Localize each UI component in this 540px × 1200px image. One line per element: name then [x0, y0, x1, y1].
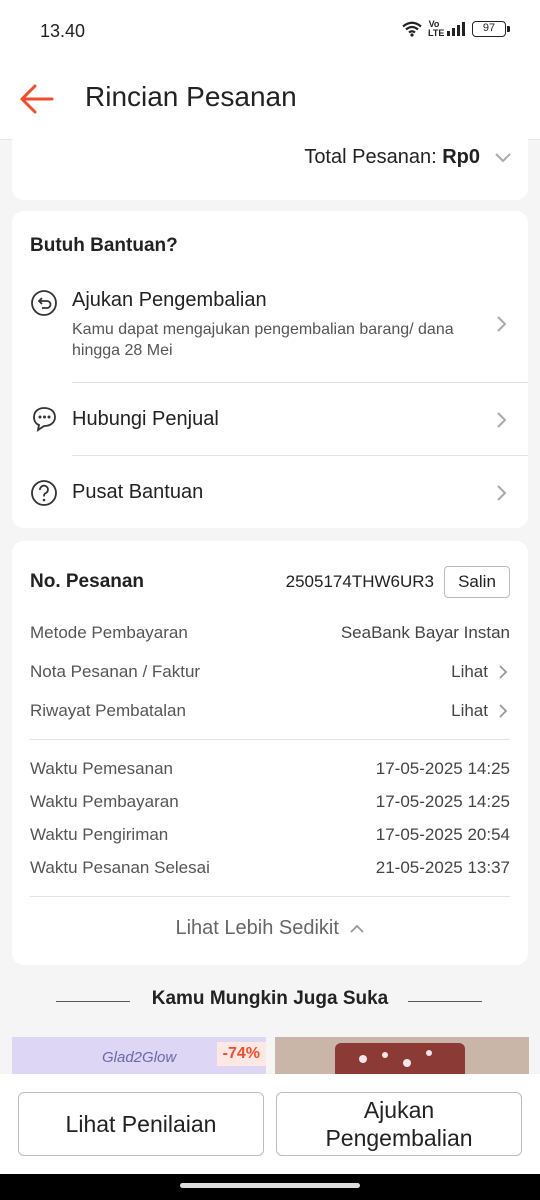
divider [30, 896, 510, 897]
cancel-history-label: Riwayat Pembatalan [30, 701, 186, 720]
recommendations-header: Kamu Mungkin Juga Suka [0, 988, 540, 1014]
invoice-link[interactable]: Lihat [451, 662, 488, 682]
help-item-help-center[interactable]: Pusat Bantuan [12, 456, 528, 528]
status-icons: Vo LTE 97 [402, 19, 510, 38]
time-value: 17-05-2025 14:25 [375, 759, 510, 778]
time-row: Waktu Pembayaran 17-05-2025 14:25 [30, 792, 510, 814]
status-time: 13.40 [40, 21, 86, 41]
chevron-up-icon [349, 924, 364, 933]
payment-method-row: Metode Pembayaran SeaBank Bayar Instan [30, 623, 510, 645]
time-row: Waktu Pengiriman 17-05-2025 20:54 [30, 825, 510, 847]
see-less-button[interactable]: Lihat Lebih Sedikit [12, 917, 528, 940]
order-number-value: 2505174THW6UR3 [285, 572, 434, 591]
help-item-label: Hubungi Penjual [72, 408, 219, 430]
order-total: Total Pesanan: Rp0 [304, 146, 480, 169]
time-label: Waktu Pesanan Selesai [30, 858, 210, 877]
recommendations-title: Kamu Mungkin Juga Suka [151, 988, 389, 1009]
time-row: Waktu Pesanan Selesai 21-05-2025 13:37 [30, 858, 510, 880]
product-brand: Glad2Glow [102, 1049, 177, 1066]
help-item-description: Kamu dapat mengajukan pengembalian baran… [72, 321, 454, 359]
invoice-row[interactable]: Nota Pesanan / Faktur Lihat [30, 662, 510, 684]
divider [408, 1001, 482, 1002]
cancel-history-link[interactable]: Lihat [451, 701, 488, 721]
view-review-button[interactable]: Lihat Penilaian [18, 1092, 264, 1156]
chevron-right-icon [497, 316, 507, 332]
product-card[interactable]: Glad2Glow -74% [12, 1037, 266, 1077]
order-info-card: No. Pesanan 2505174THW6UR3 Salin Metode … [12, 541, 528, 965]
request-return-button[interactable]: Ajukan Pengembalian [276, 1092, 522, 1156]
divider [30, 739, 510, 740]
chevron-right-icon [497, 412, 507, 428]
order-total-label: Total Pesanan: [304, 146, 437, 168]
time-label: Waktu Pengiriman [30, 825, 169, 844]
wifi-icon [402, 21, 422, 37]
help-item-contact-seller[interactable]: Hubungi Penjual [12, 383, 528, 455]
help-title: Butuh Bantuan? [30, 235, 178, 256]
home-indicator[interactable] [180, 1183, 360, 1188]
status-bar: 13.40 Vo LTE 97 [0, 0, 540, 62]
page-title: Rincian Pesanan [85, 81, 297, 112]
chevron-right-icon [497, 485, 507, 501]
time-value: 21-05-2025 13:37 [375, 858, 510, 877]
order-total-card[interactable]: Total Pesanan: Rp0 [12, 128, 528, 200]
help-icon [31, 480, 57, 506]
discount-badge: -74% [216, 1042, 266, 1066]
time-value: 17-05-2025 20:54 [375, 825, 510, 844]
see-less-label: Lihat Lebih Sedikit [175, 917, 339, 939]
return-icon [31, 290, 57, 316]
back-arrow-icon[interactable] [18, 82, 56, 116]
chat-icon [33, 407, 56, 432]
product-image [275, 1037, 529, 1077]
product-card[interactable] [275, 1037, 529, 1077]
payment-method-label: Metode Pembayaran [30, 623, 188, 642]
bottom-action-bar: Lihat Penilaian Ajukan Pengembalian [0, 1074, 540, 1174]
help-item-label: Pusat Bantuan [72, 481, 204, 503]
payment-method-value: SeaBank Bayar Instan [340, 623, 510, 642]
system-nav-bar [0, 1174, 540, 1200]
help-item-label: Ajukan Pengembalian [72, 289, 267, 311]
help-card: Butuh Bantuan? Ajukan Pengembalian Kamu … [12, 211, 528, 528]
invoice-label: Nota Pesanan / Faktur [30, 662, 201, 681]
chevron-right-icon [499, 665, 508, 679]
order-total-value: Rp0 [442, 146, 480, 168]
time-row: Waktu Pemesanan 17-05-2025 14:25 [30, 759, 510, 781]
chevron-right-icon [499, 704, 508, 718]
divider [56, 1001, 130, 1002]
cancel-history-row[interactable]: Riwayat Pembatalan Lihat [30, 701, 510, 723]
order-number-label: No. Pesanan [30, 571, 145, 592]
time-label: Waktu Pemesanan [30, 759, 173, 778]
copy-button[interactable]: Salin [444, 566, 510, 598]
time-value: 17-05-2025 14:25 [375, 792, 510, 811]
signal-icon [447, 22, 465, 36]
battery-icon: 97 [472, 21, 510, 37]
volte-indicator: Vo LTE [428, 19, 445, 38]
help-item-return[interactable]: Ajukan Pengembalian Kamu dapat mengajuka… [12, 279, 528, 383]
time-label: Waktu Pembayaran [30, 792, 179, 811]
chevron-down-icon[interactable] [494, 150, 512, 164]
